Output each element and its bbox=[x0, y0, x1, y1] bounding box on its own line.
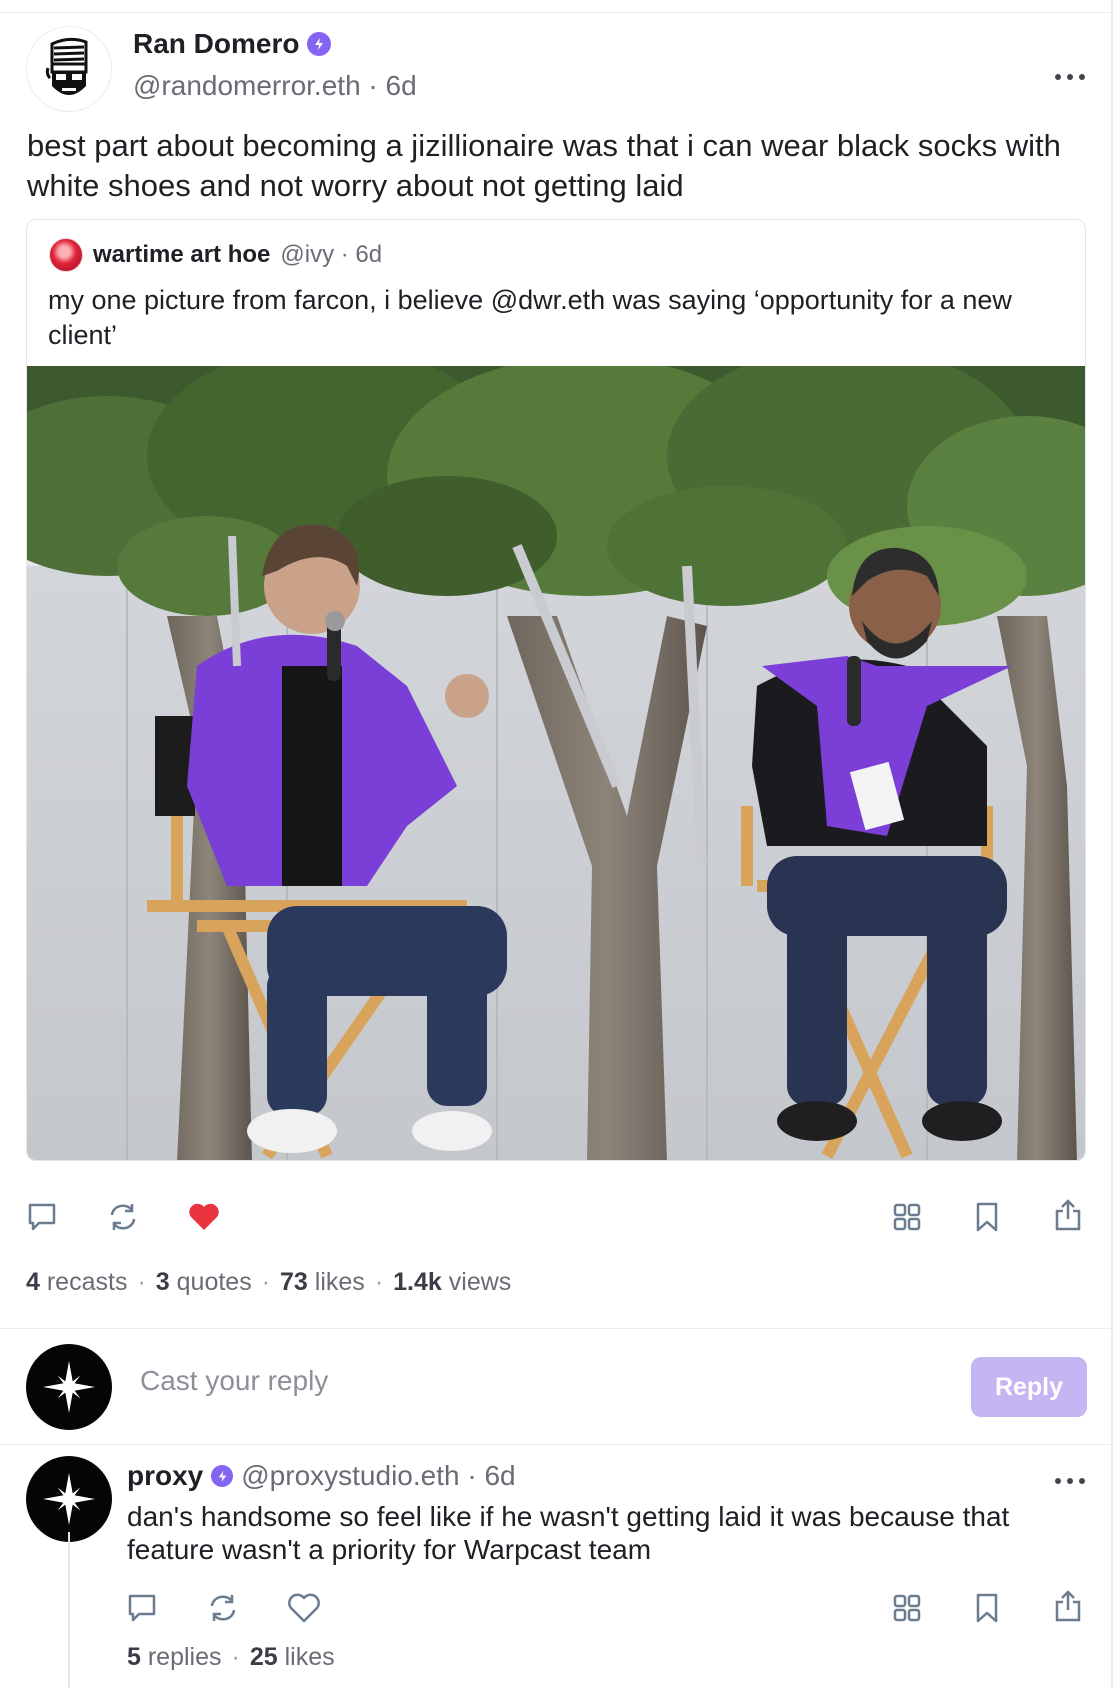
comment-share-button[interactable] bbox=[1048, 1586, 1088, 1626]
quoted-author-meta: @ivy · 6d bbox=[280, 241, 383, 268]
bookmark-icon bbox=[976, 1202, 998, 1232]
comment-bubble-icon bbox=[28, 1203, 56, 1231]
reply-input[interactable] bbox=[140, 1365, 940, 1397]
comment-header: proxy @proxystudio.eth · 6d bbox=[127, 1460, 516, 1492]
comment-recast-button[interactable] bbox=[203, 1588, 243, 1628]
recasts-stat[interactable]: 4 recasts bbox=[26, 1268, 127, 1297]
comment-apps-button[interactable] bbox=[887, 1588, 927, 1628]
heart-icon bbox=[189, 1203, 219, 1230]
stage-photo-illustration bbox=[27, 366, 1085, 1160]
comment-bubble-icon bbox=[128, 1594, 156, 1622]
bookmark-icon bbox=[976, 1593, 998, 1623]
reply-submit-button[interactable]: Reply bbox=[971, 1357, 1087, 1417]
comment-likes-stat[interactable]: 25 likes bbox=[250, 1643, 335, 1672]
commenter-meta[interactable]: @proxystudio.eth · 6d bbox=[241, 1460, 515, 1492]
comment-like-button[interactable] bbox=[284, 1588, 324, 1628]
author-avatar[interactable] bbox=[26, 26, 112, 112]
quoted-author-avatar[interactable] bbox=[49, 238, 83, 272]
verified-badge-icon bbox=[211, 1465, 234, 1487]
post-text: best part about becoming a jizillionaire… bbox=[27, 128, 1061, 203]
quoted-author-name[interactable]: wartime art hoe bbox=[93, 241, 270, 269]
bearded-face-icon bbox=[45, 37, 88, 95]
reply-button[interactable] bbox=[22, 1197, 62, 1237]
share-icon bbox=[1055, 1590, 1081, 1622]
commenter-name[interactable]: proxy bbox=[127, 1460, 203, 1492]
share-button[interactable] bbox=[1048, 1195, 1088, 1235]
author-name[interactable]: Ran Domero bbox=[133, 28, 332, 60]
more-dots-icon[interactable] bbox=[1054, 1466, 1086, 1486]
current-user-avatar[interactable] bbox=[26, 1344, 112, 1430]
thread-line bbox=[68, 1532, 70, 1688]
author-handle[interactable]: @randomerror.eth · 6d bbox=[133, 70, 417, 102]
quoted-cast-photo[interactable] bbox=[27, 366, 1085, 1160]
reply-box-divider-bottom bbox=[0, 1444, 1111, 1445]
heart-icon bbox=[288, 1593, 320, 1623]
more-dots-icon[interactable] bbox=[1054, 62, 1086, 82]
bookmark-button[interactable] bbox=[967, 1197, 1007, 1237]
likes-stat[interactable]: 73 likes bbox=[280, 1268, 365, 1297]
apps-button[interactable] bbox=[887, 1197, 927, 1237]
top-divider bbox=[0, 12, 1111, 13]
quoted-cast-card[interactable]: wartime art hoe @ivy · 6d my one picture… bbox=[26, 219, 1086, 1161]
grid-icon bbox=[893, 1203, 921, 1231]
grid-icon bbox=[893, 1594, 921, 1622]
quoted-cast-header: wartime art hoe @ivy · 6d bbox=[49, 238, 382, 272]
author-name-text[interactable]: Ran Domero bbox=[133, 28, 299, 60]
recast-arrows-icon bbox=[110, 1204, 136, 1230]
views-stat: 1.4k views bbox=[393, 1268, 512, 1296]
comment-bookmark-button[interactable] bbox=[967, 1588, 1007, 1628]
quotes-stat[interactable]: 3 quotes bbox=[156, 1268, 252, 1297]
recast-button[interactable] bbox=[103, 1197, 143, 1237]
sparkle-icon bbox=[43, 1361, 95, 1413]
like-button[interactable] bbox=[184, 1197, 224, 1237]
comment-text: dan's handsome so feel like if he wasn't… bbox=[127, 1501, 1010, 1565]
quoted-cast-text: my one picture from farcon, i believe @d… bbox=[48, 285, 1012, 350]
share-icon bbox=[1055, 1199, 1081, 1231]
comment-stats: 5 replies · 25 likes bbox=[127, 1643, 335, 1672]
comment-replies-stat[interactable]: 5 replies bbox=[127, 1643, 222, 1672]
post-stats: 4 recasts · 3 quotes · 73 likes · 1.4k v… bbox=[26, 1268, 512, 1297]
recast-arrows-icon bbox=[210, 1595, 236, 1621]
verified-badge-icon bbox=[307, 32, 332, 56]
reply-box-divider-top bbox=[0, 1328, 1111, 1329]
column-border bbox=[1111, 0, 1113, 1688]
comment-reply-button[interactable] bbox=[122, 1588, 162, 1628]
sparkle-icon bbox=[43, 1473, 95, 1525]
commenter-avatar[interactable] bbox=[26, 1456, 112, 1542]
